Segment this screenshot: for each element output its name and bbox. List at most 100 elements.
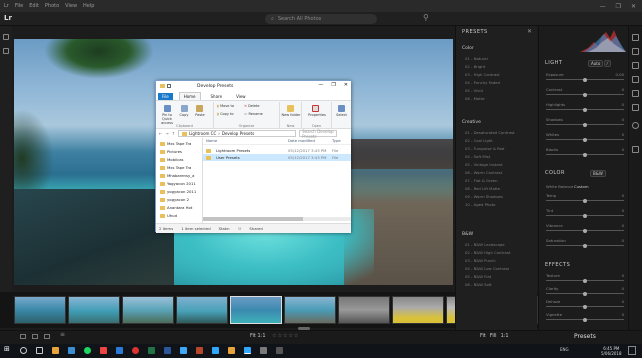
slider-knob[interactable]: [583, 304, 587, 309]
windows-start-icon[interactable]: ⊞: [4, 345, 11, 353]
color-section-title[interactable]: COLOR: [545, 170, 565, 176]
slider-knob[interactable]: [583, 278, 587, 283]
slider-knob[interactable]: [583, 213, 587, 218]
slider-value[interactable]: 0: [612, 223, 624, 228]
fit-button[interactable]: Fit 1:1: [250, 333, 266, 339]
light-section-title[interactable]: LIGHT: [545, 60, 562, 66]
slider-value[interactable]: 0: [612, 147, 624, 152]
preset-item[interactable]: 01 - Natural: [465, 56, 488, 61]
nav-item[interactable]: yogyacon 2011: [160, 189, 196, 194]
preset-item[interactable]: 10 - Aged Photo: [465, 202, 495, 207]
menu-file[interactable]: File: [15, 3, 23, 9]
add-photos-icon[interactable]: [3, 34, 9, 40]
radial-gradient-icon[interactable]: [632, 104, 639, 111]
quick-access-icon[interactable]: [167, 84, 171, 88]
new-folder-button[interactable]: New folder: [281, 113, 301, 117]
nav-item[interactable]: Mxs Tape Tra: [160, 165, 191, 170]
app-taskbar-icon[interactable]: [260, 347, 267, 354]
copy-to-button[interactable]: ▮ Copy to: [217, 112, 234, 116]
nav-item[interactable]: Mxs Tape Tra: [160, 141, 191, 146]
crop-icon[interactable]: [632, 48, 639, 55]
move-to-button[interactable]: ▮ Move to: [217, 104, 234, 108]
grid-view-icon[interactable]: [20, 334, 26, 339]
horizontal-scrollbar[interactable]: [203, 217, 351, 221]
slider-knob[interactable]: [583, 228, 587, 233]
sort-icon[interactable]: ≡: [60, 331, 66, 338]
preset-item[interactable]: 06 - Matte: [465, 96, 485, 101]
up-button[interactable]: ↑: [172, 131, 175, 136]
slider-value[interactable]: 0: [612, 132, 624, 137]
white-balance-select[interactable]: Custom: [574, 184, 589, 189]
menu-view[interactable]: View: [65, 3, 77, 9]
slider-knob[interactable]: [583, 198, 587, 203]
explorer-search-input[interactable]: Search Develop Presets: [299, 129, 338, 139]
edge-taskbar-icon[interactable]: [68, 347, 75, 354]
tab-file[interactable]: File: [158, 93, 173, 100]
slider-value[interactable]: 0: [612, 299, 624, 304]
preset-item[interactable]: 06 - B&W Soft: [465, 282, 492, 287]
healing-icon[interactable]: [632, 62, 639, 69]
slider-value[interactable]: 0.00: [612, 72, 624, 77]
bw-button[interactable]: B&W: [590, 170, 606, 177]
close-button[interactable]: ✕: [631, 3, 636, 10]
nav-item[interactable]: Mobilcas: [160, 157, 184, 162]
select-button[interactable]: Select: [333, 113, 350, 117]
app-taskbar-icon[interactable]: [276, 347, 283, 354]
file-row[interactable]: Lightroom Presets 05/12/2017 3:43 PM Fil…: [203, 147, 351, 154]
task-view-icon[interactable]: [36, 347, 43, 354]
slider-value[interactable]: 0: [612, 273, 624, 278]
copy-button[interactable]: Copy: [177, 113, 191, 117]
breadcrumb-lightroom[interactable]: Lightroom CC: [189, 131, 216, 136]
filmstrip-thumb[interactable]: [392, 296, 444, 324]
minimize-button[interactable]: —: [600, 3, 606, 10]
preset-item[interactable]: 02 - Bright: [465, 64, 485, 69]
app-taskbar-icon[interactable]: [180, 347, 187, 354]
slider-knob[interactable]: [583, 77, 587, 82]
preset-item[interactable]: 05 - Vivid: [465, 88, 483, 93]
cortana-icon[interactable]: [20, 347, 27, 354]
preset-group-creative[interactable]: Creative: [462, 120, 481, 125]
brush-icon[interactable]: [632, 76, 639, 83]
preset-item[interactable]: 05 - B&W Flat: [465, 274, 491, 279]
my-photos-icon[interactable]: [3, 48, 9, 54]
file-explorer-taskbar-icon[interactable]: [52, 347, 59, 354]
column-type[interactable]: Type: [329, 138, 351, 144]
search-input[interactable]: ⌕ Search All Photos: [265, 14, 377, 24]
word-taskbar-icon[interactable]: [164, 347, 171, 354]
paste-button[interactable]: Paste: [192, 113, 208, 117]
menu-help[interactable]: Help: [83, 3, 94, 9]
slider-knob[interactable]: [583, 243, 587, 248]
slider-value[interactable]: 0: [612, 87, 624, 92]
slider-value[interactable]: 0: [612, 102, 624, 107]
close-icon[interactable]: ✕: [527, 28, 532, 35]
one-to-one-mode-button[interactable]: 1:1: [501, 333, 509, 339]
slider-value[interactable]: 0: [612, 312, 624, 317]
filmstrip-thumb[interactable]: [338, 296, 390, 324]
filter-icon[interactable]: ⚲: [423, 13, 429, 22]
preset-item[interactable]: 02 - Cool Light: [465, 138, 493, 143]
preset-item[interactable]: 07 - Flat & Green: [465, 178, 498, 183]
nav-item[interactable]: Mhabarensy_a: [160, 173, 194, 178]
filmstrip-thumb-selected[interactable]: [230, 296, 282, 324]
fit-mode-button[interactable]: Fit: [480, 333, 486, 339]
column-date[interactable]: Date modified: [285, 138, 329, 144]
preset-item[interactable]: 04 - Punchy Faded: [465, 80, 500, 85]
slider-value[interactable]: 0: [612, 208, 624, 213]
preset-item[interactable]: 01 - B&W Landscape: [465, 242, 505, 247]
photoshop-taskbar-icon[interactable]: [212, 347, 219, 354]
scrollbar-thumb[interactable]: [203, 217, 303, 221]
slider-knob[interactable]: [583, 317, 587, 322]
language-indicator[interactable]: ENG: [560, 347, 569, 352]
slider-knob[interactable]: [583, 291, 587, 296]
slider-knob[interactable]: [583, 122, 587, 127]
slider-knob[interactable]: [583, 152, 587, 157]
breadcrumb-develop-presets[interactable]: Develop Presets: [222, 131, 254, 136]
slider-value[interactable]: 0: [612, 193, 624, 198]
slider-knob[interactable]: [583, 137, 587, 142]
preset-item[interactable]: 02 - B&W High Contrast: [465, 250, 510, 255]
explorer-close-button[interactable]: ✕: [344, 82, 348, 88]
menu-photo[interactable]: Photo: [45, 3, 59, 9]
presets-button[interactable]: Presets: [574, 333, 596, 340]
preset-item[interactable]: 03 - B&W Punch: [465, 258, 496, 263]
explorer-minimize-button[interactable]: —: [318, 82, 323, 88]
